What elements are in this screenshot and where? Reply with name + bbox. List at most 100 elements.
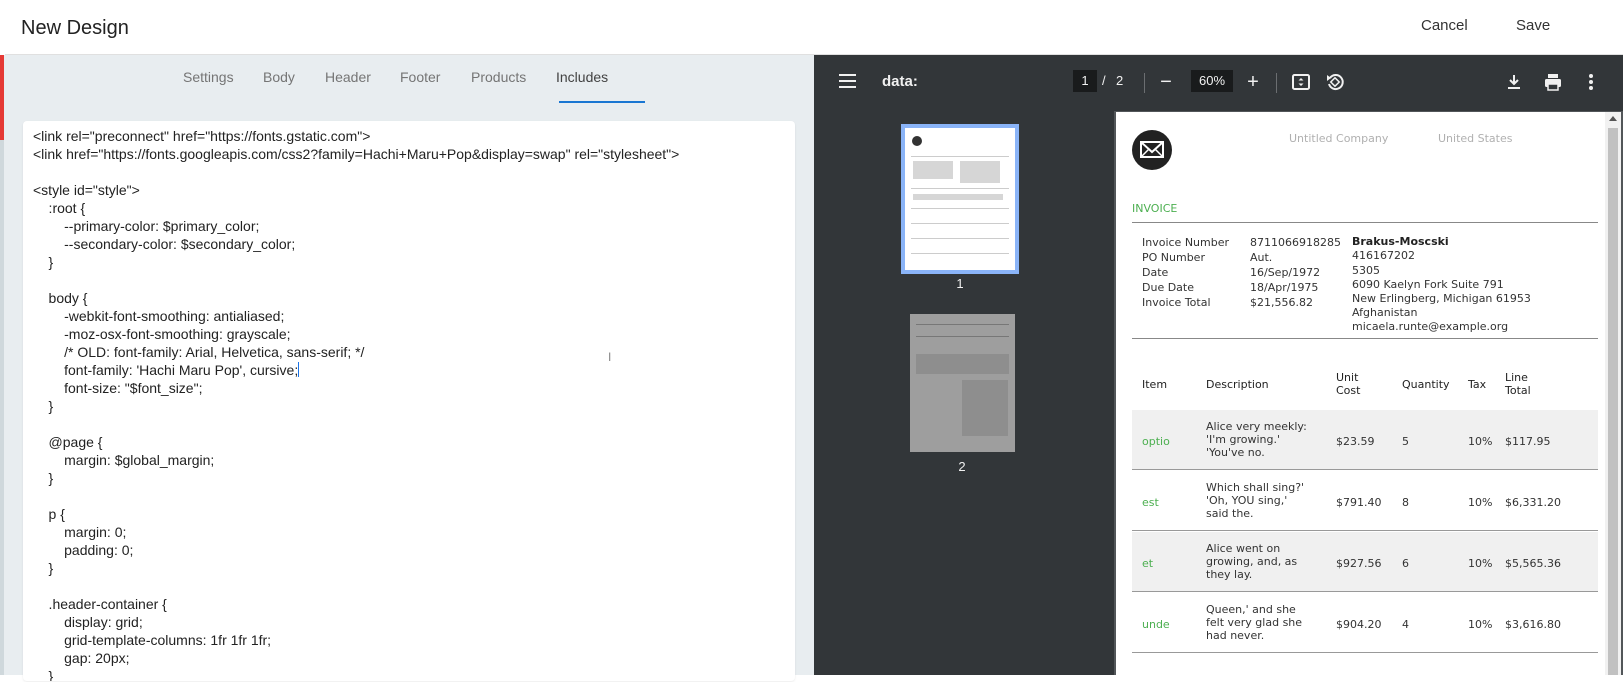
editor-pane: Settings Body Header Footer Products Inc… [4,55,814,681]
code-after-caret: font-size: "$font_size"; } @page { margi… [48,380,272,681]
code-before-caret: <link rel="preconnect" href="https://fon… [33,128,680,378]
column-header-line-total: Line Total [1505,371,1531,397]
client-line: 416167202 [1352,249,1415,262]
column-header-item: Item [1142,378,1168,391]
client-line: New Erlingberg, Michigan 61953 [1352,292,1531,305]
thumbnail-label-1: 1 [956,276,964,291]
active-tab-indicator [559,101,645,103]
ibeam-cursor-icon: I [608,350,612,364]
page-number-input[interactable]: 1 [1073,70,1097,92]
company-country: United States [1438,132,1513,145]
meta-label: Invoice Number [1142,236,1230,249]
meta-label: PO Number [1142,251,1205,264]
pdf-scrollbar[interactable] [1605,112,1621,675]
column-header-unit-cost: Unit Cost [1336,371,1361,397]
client-line: 5305 [1352,264,1380,277]
total-pages: 2 [1116,73,1124,88]
row-quantity: 8 [1402,496,1409,509]
code-text[interactable]: <link rel="preconnect" href="https://fon… [33,127,679,681]
thumbnail-sidebar: 1 2 [814,111,1114,675]
rotate-icon[interactable] [1322,69,1348,95]
page-title: New Design [21,17,129,39]
divider [1132,338,1598,339]
meta-label: Invoice Total [1142,296,1211,309]
document-title: data: [882,73,918,90]
row-description: Queen,' and she felt very glad she had nev… [1206,603,1303,642]
table-row: optio Alice very meekly: 'I'm growing.' 'Y… [1132,410,1598,470]
page-separator: / [1102,73,1106,88]
zoom-out-icon[interactable]: − [1153,69,1179,95]
invoice-title: INVOICE [1132,202,1178,215]
row-quantity: 5 [1402,435,1409,448]
row-unit-cost: $791.40 [1336,496,1382,509]
fit-page-icon[interactable] [1288,69,1314,95]
row-unit-cost: $23.59 [1336,435,1375,448]
toolbar-divider [1276,73,1277,93]
row-quantity: 4 [1402,618,1409,631]
tab-footer[interactable]: Footer [400,69,440,97]
meta-label: Due Date [1142,281,1194,294]
client-line: Afghanistan [1352,306,1418,319]
column-header-description: Description [1206,378,1269,391]
row-tax: 10% [1468,496,1493,509]
table-row: est Which shall sing?' 'Oh, YOU sing,' sai… [1132,471,1598,531]
zoom-in-icon[interactable]: + [1240,69,1266,95]
row-item: est [1142,496,1159,509]
row-description: Which shall sing?' 'Oh, YOU sing,' said th… [1206,481,1305,520]
meta-value: 8711066918285 [1250,236,1341,249]
tab-body[interactable]: Body [263,69,295,97]
scrollbar-thumb[interactable] [1608,128,1618,675]
column-header-tax: Tax [1468,378,1487,391]
pdf-page: Untitled Company United States INVOICE I… [1116,112,1610,682]
divider [1132,222,1598,223]
toolbar-divider [1144,73,1145,93]
row-item: optio [1142,435,1170,448]
text-caret [298,362,300,377]
tab-header[interactable]: Header [325,69,371,97]
thumbnail-label-2: 2 [958,459,966,474]
row-line-total: $117.95 [1505,435,1551,448]
pdf-toolbar: data: 1 / 2 − 60% + [814,55,1623,111]
tab-settings[interactable]: Settings [183,69,234,97]
top-bar: New Design Cancel Save [5,0,1623,55]
meta-value: 16/Sep/1972 [1250,266,1321,279]
row-unit-cost: $904.20 [1336,618,1382,631]
company-name: Untitled Company [1289,132,1389,145]
download-icon[interactable] [1501,69,1527,95]
row-description: Alice very meekly: 'I'm growing.' 'You've … [1206,420,1307,459]
scroll-up-arrow-icon[interactable] [1609,116,1617,121]
save-button[interactable]: Save [1516,17,1550,34]
row-unit-cost: $927.56 [1336,557,1382,570]
pdf-viewer: data: 1 / 2 − 60% + 1 2 Untitled Company… [814,55,1623,682]
print-icon[interactable] [1540,69,1566,95]
client-line: 6090 Kaelyn Fork Suite 791 [1352,278,1504,291]
table-row: et Alice went on growing, and, as they lay… [1132,532,1598,592]
row-line-total: $6,331.20 [1505,496,1561,509]
row-quantity: 6 [1402,557,1409,570]
code-editor[interactable]: <link rel="preconnect" href="https://fon… [23,121,795,681]
column-header-quantity: Quantity [1402,378,1450,391]
row-tax: 10% [1468,557,1493,570]
company-logo [1132,130,1172,170]
row-tax: 10% [1468,618,1493,631]
row-description: Alice went on growing, and, as they lay. [1206,542,1298,581]
row-line-total: $3,616.80 [1505,618,1561,631]
cancel-button[interactable]: Cancel [1421,17,1468,34]
zoom-level-input[interactable]: 60% [1191,70,1233,92]
meta-value: 18/Apr/1975 [1250,281,1319,294]
design-tabs: Settings Body Header Footer Products Inc… [4,55,814,105]
tab-products[interactable]: Products [471,69,526,97]
table-row: unde Queen,' and she felt very glad she ha… [1132,593,1598,653]
row-item: unde [1142,618,1170,631]
meta-value: Aut. [1250,251,1273,264]
meta-label: Date [1142,266,1169,279]
thumbnail-page-2[interactable] [910,314,1015,452]
client-name: Brakus-Moscski [1352,235,1449,248]
row-line-total: $5,565.36 [1505,557,1561,570]
row-item: et [1142,557,1154,570]
thumbnail-page-1[interactable] [901,124,1019,274]
row-tax: 10% [1468,435,1493,448]
more-icon[interactable] [1578,69,1604,95]
menu-icon[interactable] [838,72,858,90]
tab-includes[interactable]: Includes [556,69,608,97]
